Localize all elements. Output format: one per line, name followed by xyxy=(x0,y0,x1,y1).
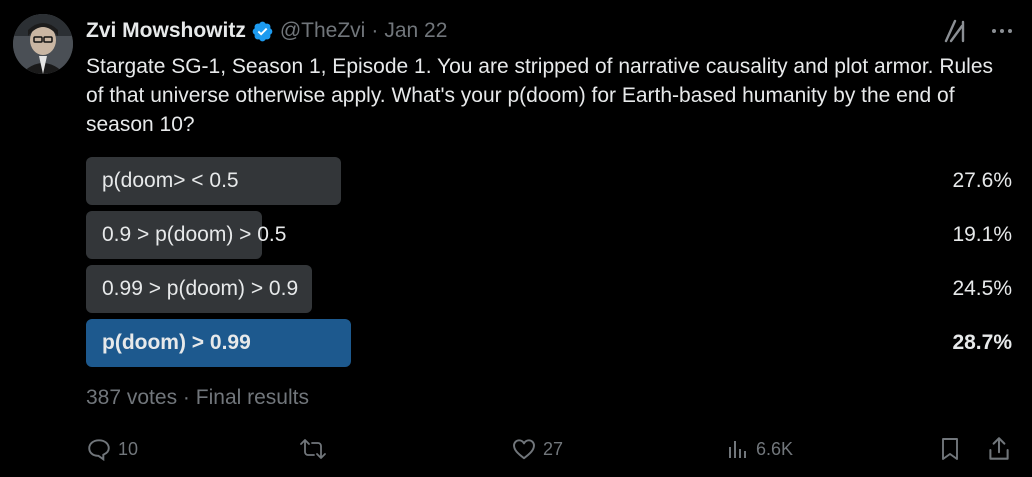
poll-option-winner: p(doom) > 0.99 28.7% xyxy=(86,319,1016,367)
share-button[interactable] xyxy=(986,432,1012,466)
like-count: 27 xyxy=(543,438,564,459)
retweet-button[interactable] xyxy=(299,432,327,466)
avatar-image xyxy=(13,14,73,74)
poll: p(doom> < 0.5 27.6% 0.9 > p(doom) > 0.5 … xyxy=(86,157,1016,373)
display-name[interactable]: Zvi Mowshowitz xyxy=(86,19,246,43)
tweet: Zvi Mowshowitz @TheZvi · Jan 22 Stargate… xyxy=(0,0,1032,477)
views-button[interactable]: 6.6K xyxy=(726,432,793,466)
poll-option-percent: 28.7% xyxy=(952,331,1012,354)
reply-button[interactable]: 10 xyxy=(86,432,138,466)
poll-option: 0.99 > p(doom) > 0.9 24.5% xyxy=(86,265,1016,313)
tweet-header: Zvi Mowshowitz @TheZvi · Jan 22 xyxy=(86,16,447,46)
avatar[interactable] xyxy=(13,14,73,74)
bookmark-icon xyxy=(938,435,962,463)
like-button[interactable]: 27 xyxy=(511,432,563,466)
top-actions xyxy=(942,18,1014,44)
like-icon xyxy=(511,436,537,462)
poll-option-label: p(doom> < 0.5 xyxy=(102,169,239,192)
reply-icon xyxy=(86,436,112,462)
poll-meta-separator: · xyxy=(182,386,190,409)
views-icon xyxy=(726,436,750,462)
grok-icon[interactable] xyxy=(942,18,968,44)
action-bar: 10 27 6.6K xyxy=(86,432,1016,466)
poll-option: p(doom> < 0.5 27.6% xyxy=(86,157,1016,205)
poll-option-label: 0.99 > p(doom) > 0.9 xyxy=(102,277,299,300)
bookmark-button[interactable] xyxy=(938,432,962,466)
poll-status: Final results xyxy=(195,386,309,409)
tweet-date[interactable]: Jan 22 xyxy=(384,19,447,43)
reply-count: 10 xyxy=(118,438,139,459)
poll-option-percent: 24.5% xyxy=(952,277,1012,300)
handle[interactable]: @TheZvi xyxy=(280,19,366,43)
poll-option-label: p(doom) > 0.99 xyxy=(102,331,251,354)
poll-option: 0.9 > p(doom) > 0.5 19.1% xyxy=(86,211,1016,259)
poll-option-percent: 27.6% xyxy=(952,169,1012,192)
share-icon xyxy=(986,435,1012,463)
tweet-text: Stargate SG-1, Season 1, Episode 1. You … xyxy=(86,55,994,136)
poll-meta: 387 votes · Final results xyxy=(86,386,309,410)
retweet-icon xyxy=(299,436,327,462)
views-count: 6.6K xyxy=(756,438,794,459)
poll-option-percent: 19.1% xyxy=(952,223,1012,246)
more-icon[interactable] xyxy=(990,19,1014,43)
verified-badge-icon xyxy=(251,20,274,43)
header-separator: · xyxy=(371,19,379,42)
poll-votes: 387 votes xyxy=(86,386,178,409)
poll-option-label: 0.9 > p(doom) > 0.5 xyxy=(102,223,287,246)
